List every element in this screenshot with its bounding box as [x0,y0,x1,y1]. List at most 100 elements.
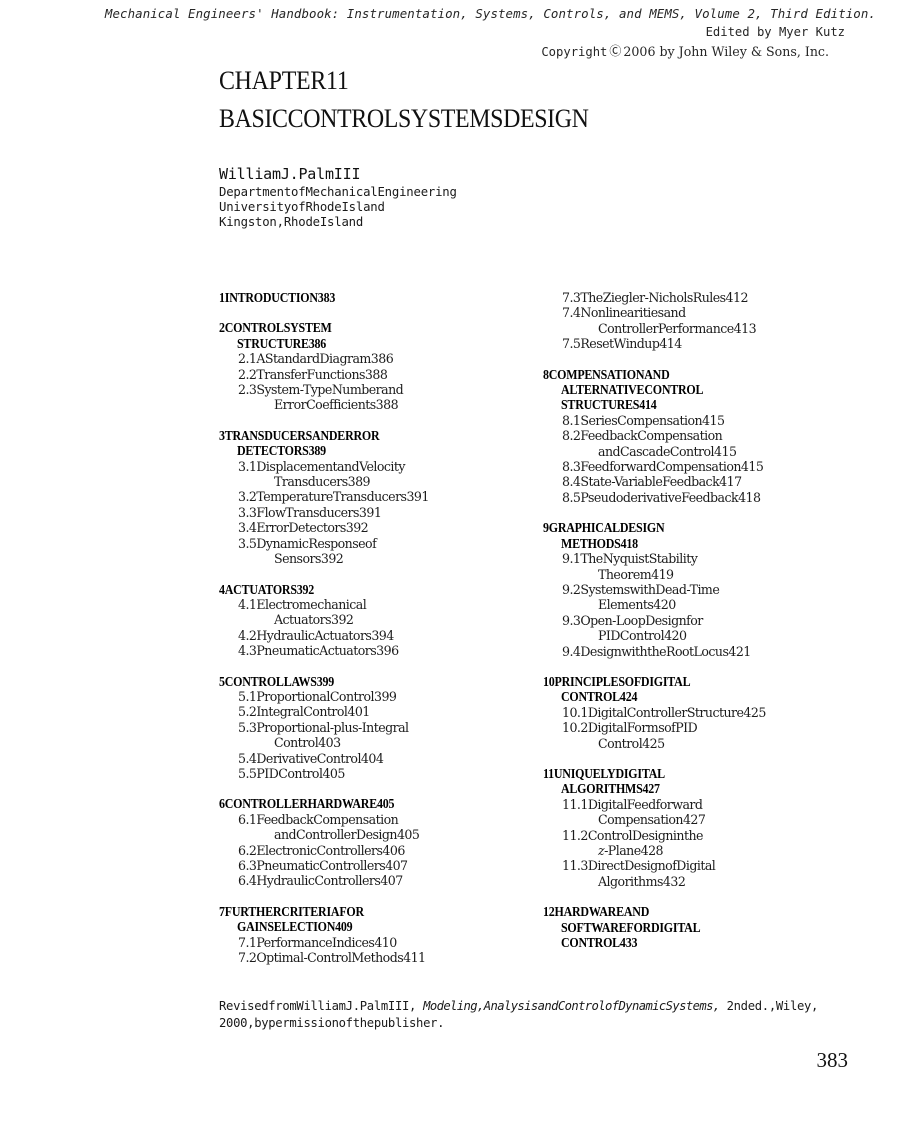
toc-entry-cont[interactable]: Actuators392 [219,612,509,627]
toc-entry[interactable]: 4.3PneumaticActuators396 [219,643,509,658]
toc-section-heading[interactable]: 10PRINCIPLESOFDIGITAL [543,674,804,689]
toc-entry[interactable]: 7.1PerformanceIndices410 [219,935,509,950]
toc-section-heading-cont[interactable]: METHODS418 [543,536,804,551]
toc-section-heading-cont[interactable]: ALGORITHMS427 [543,781,804,796]
toc-section: 5CONTROLLAWS399 5.1ProportionalControl399… [219,674,509,782]
toc-section: 9GRAPHICALDESIGN METHODS418 9.1TheNyquistS… [543,520,833,659]
toc-section-heading[interactable]: 2CONTROLSYSTEM [219,320,480,335]
toc-entry[interactable]: 8.3FeedforwardCompensation415 [543,459,833,474]
toc-section-heading-cont[interactable]: STRUCTURES414 [543,397,804,412]
toc-entry[interactable]: 3.1DisplacementandVelocity [219,459,509,474]
toc-entry[interactable]: 4.1Electromechanical [219,597,509,612]
author-location: Kingston,RhodeIsland [219,215,364,229]
footnote-book-title: Modeling,AnalysisandControlofDynamicSyst… [423,999,720,1013]
toc-entry-cont[interactable]: Transducers389 [219,474,509,489]
toc-entry-cont[interactable]: andCascadeControl415 [543,444,833,459]
toc-entry[interactable]: 11.2ControlDesigninthe [543,828,833,843]
toc-entry-cont[interactable]: Control425 [543,736,833,751]
toc-entry[interactable]: 5.2IntegralControl401 [219,704,509,719]
toc-section: 2CONTROLSYSTEM STRUCTURE386 2.1AStandardDi… [219,320,509,412]
toc-entry[interactable]: 6.2ElectronicControllers406 [219,843,509,858]
toc-entry-cont[interactable]: Theorem419 [543,567,833,582]
toc-entry[interactable]: 3.5DynamicResponseof [219,536,509,551]
toc-entry[interactable]: 10.1DigitalControllerStructure425 [543,705,833,720]
copyright-icon: Ⓒ [609,44,622,58]
toc-entry-cont[interactable]: Control403 [219,735,509,750]
toc-entry[interactable]: 7.5ResetWindup414 [543,336,833,351]
toc-section-heading-cont[interactable]: ALTERNATIVECONTROL [543,382,804,397]
toc-entry[interactable]: 5.1ProportionalControl399 [219,689,509,704]
toc-section-heading[interactable]: 3TRANSDUCERSANDERROR [219,428,480,443]
toc-entry-cont[interactable]: andControllerDesign405 [219,827,509,842]
toc-entry[interactable]: 3.2TemperatureTransducers391 [219,489,509,504]
toc-entry[interactable]: 4.2HydraulicActuators394 [219,628,509,643]
footnote-prefix: RevisedfromWilliamJ.PalmIII, [219,999,417,1013]
toc-entry[interactable]: 5.3Proportional-plus-Integral [219,720,509,735]
toc-entry-cont[interactable]: Sensors392 [219,551,509,566]
footnote-line2: 2000,bypermissionofthepublisher. [219,1016,445,1030]
copyright-word: Copyright [541,45,608,59]
toc-section-heading[interactable]: 9GRAPHICALDESIGN [543,520,804,535]
toc-section: 3TRANSDUCERSANDERROR DETECTORS389 3.1Displ… [219,428,509,567]
toc-entry[interactable]: 11.3DirectDesignofDigital [543,858,833,873]
toc-entry[interactable]: 6.1FeedbackCompensation [219,812,509,827]
toc-entry-cont[interactable]: Elements420 [543,597,833,612]
toc-entry[interactable]: 7.2Optimal-ControlMethods411 [219,950,509,965]
toc-column-right: 7.3TheZiegler-NicholsRules412 7.4Nonlinea… [543,290,833,950]
toc-section-heading[interactable]: 1INTRODUCTION383 [219,290,480,305]
toc-entry[interactable]: 2.3System-TypeNumberand [219,382,509,397]
page-title: BASICCONTROLSYSTEMSDESIGN [219,104,589,133]
toc-entry[interactable]: 7.4Nonlinearitiesand [543,305,833,320]
toc-entry[interactable]: 3.3FlowTransducers391 [219,505,509,520]
toc-entry[interactable]: 7.3TheZiegler-NicholsRules412 [543,290,833,305]
toc-entry-cont[interactable]: ControllerPerformance413 [543,321,833,336]
toc-section-heading-cont[interactable]: STRUCTURE386 [219,336,480,351]
toc-entry-cont[interactable]: PIDControl420 [543,628,833,643]
toc-entry-cont[interactable]: z-Plane428 [543,843,833,858]
toc-section-heading[interactable]: 4ACTUATORS392 [219,582,480,597]
toc-entry[interactable]: 9.1TheNyquistStability [543,551,833,566]
toc-column-left: 1INTRODUCTION383 2CONTROLSYSTEM STRUCTURE3… [219,290,509,965]
toc-entry[interactable]: 9.2SystemswithDead-Time [543,582,833,597]
toc-entry[interactable]: 2.2TransferFunctions388 [219,367,509,382]
toc-entry-cont[interactable]: ErrorCoefficients388 [219,397,509,412]
toc-section: 8COMPENSATIONAND ALTERNATIVECONTROL STRUCT… [543,367,833,506]
toc-entry[interactable]: 6.3PneumaticControllers407 [219,858,509,873]
toc-entry[interactable]: 2.1AStandardDiagram386 [219,351,509,366]
toc-entry[interactable]: 5.4DerivativeControl404 [219,751,509,766]
toc-entry[interactable]: 8.1SeriesCompensation415 [543,413,833,428]
toc-section-heading[interactable]: 11UNIQUELYDIGITAL [543,766,804,781]
toc-entry[interactable]: 9.4DesignwiththeRootLocus421 [543,644,833,659]
footnote-suffix: 2nded.,Wiley, [726,999,819,1013]
document-page: Mechanical Engineers' Handbook: Instrume… [0,0,920,1135]
toc-entry[interactable]: 9.3Open-LoopDesignfor [543,613,833,628]
toc-entry[interactable]: 5.5PIDControl405 [219,766,509,781]
toc-section-heading-cont[interactable]: GAINSELECTION409 [219,919,480,934]
toc-entry[interactable]: 8.2FeedbackCompensation [543,428,833,443]
toc-section-heading-cont[interactable]: SOFTWAREFORDIGITAL [543,920,804,935]
toc-section: 1INTRODUCTION383 [219,290,509,305]
toc-section: 7.3TheZiegler-NicholsRules412 7.4Nonlinea… [543,290,833,352]
toc-section: 6CONTROLLERHARDWARE405 6.1FeedbackCompens… [219,796,509,888]
toc-section: 11UNIQUELYDIGITAL ALGORITHMS427 11.1Digita… [543,766,833,889]
toc-entry-cont[interactable]: Algorithms432 [543,874,833,889]
toc-section-heading-cont[interactable]: DETECTORS389 [219,443,480,458]
toc-section-heading[interactable]: 8COMPENSATIONAND [543,367,804,382]
toc-section-heading-cont[interactable]: CONTROL424 [543,689,804,704]
toc-entry[interactable]: 8.4State-VariableFeedback417 [543,474,833,489]
toc-section-heading[interactable]: 7FURTHERCRITERIAFOR [219,904,480,919]
toc-entry-cont[interactable]: Compensation427 [543,812,833,827]
toc-entry[interactable]: 6.4HydraulicControllers407 [219,873,509,888]
toc-entry[interactable]: 8.5PseudoderivativeFeedback418 [543,490,833,505]
copyright-holder: 2006 by John Wiley & Sons, Inc. [623,44,829,59]
toc-entry[interactable]: 3.4ErrorDetectors392 [219,520,509,535]
toc-entry[interactable]: 11.1DigitalFeedforward [543,797,833,812]
toc-section-heading[interactable]: 12HARDWAREAND [543,904,804,919]
toc-section-heading-cont[interactable]: CONTROL433 [543,935,804,950]
toc-entry[interactable]: 10.2DigitalFormsofPID [543,720,833,735]
toc-section-heading[interactable]: 5CONTROLLAWS399 [219,674,480,689]
copyright-line: Copyright Ⓒ 2006 by John Wiley & Sons, Inc… [0,43,829,60]
toc-section-heading[interactable]: 6CONTROLLERHARDWARE405 [219,796,480,811]
author-department: DepartmentofMechanicalEngineering [219,185,457,199]
edited-by-line: Edited by Myer Kutz [705,25,845,39]
